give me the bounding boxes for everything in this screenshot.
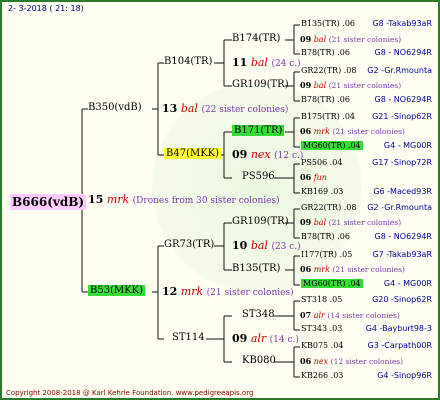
g3-node-1[interactable]: GR109(TR) <box>232 80 289 90</box>
g4-origin-2: G2 -Gr.Rmounta <box>367 66 432 75</box>
sd-node[interactable]: B47(MKK) <box>164 148 222 159</box>
g4-node-15[interactable]: KB266 .03 <box>301 372 343 380</box>
ss-node[interactable]: B104(TR) <box>164 57 212 67</box>
g4-origin-1: G8 - NO6294R <box>374 48 432 57</box>
g4-origin-5: G4 - MG00R <box>383 141 432 150</box>
g4-node-6[interactable]: PS506 .04 <box>301 159 342 167</box>
g4-origin-15: G4 -Sinop96R <box>377 371 432 380</box>
root-node[interactable]: B666(vdB) <box>10 193 87 210</box>
g4-origin-8: G2 -Gr.Rmounta <box>367 203 432 212</box>
g4-origin-7: G6 -Maced93R <box>373 187 432 196</box>
g4-node-13[interactable]: ST343 .03 <box>301 325 342 333</box>
g3-node-0[interactable]: B174(TR) <box>232 34 280 44</box>
dd-node[interactable]: ST114 <box>172 333 205 343</box>
g4-origin-11: G4 - MG00R <box>383 279 432 288</box>
g4-node-3[interactable]: B78(TR) .06 <box>301 96 350 104</box>
g3-info-7: 06 nex (12 sister colonies) <box>300 356 404 366</box>
g4-node-2[interactable]: GR22(TR) .08 <box>301 67 356 75</box>
g3-info-3: 06 fun <box>300 172 327 182</box>
g4-origin-0: G8 -Takab93aR <box>372 19 432 28</box>
g4-origin-6: G17 -Sinop72R <box>372 158 432 167</box>
g4-node-11[interactable]: MG60(TR) .04 <box>301 279 363 288</box>
sire-info: 13 bal (22 sister colonies) <box>162 102 289 115</box>
g4-origin-14: G3 -Carpath00R <box>367 341 432 350</box>
g4-node-10[interactable]: I177(TR) .05 <box>301 251 352 259</box>
g4-node-14[interactable]: KB075 .04 <box>301 342 343 350</box>
g3-node-7[interactable]: KB080 <box>242 356 276 366</box>
g3-info-4: 09 bal (21 sister colonies) <box>300 217 402 227</box>
g3-node-5[interactable]: B135(TR) <box>232 264 280 274</box>
dam-info: 12 mrk (21 sister colonies) <box>162 285 294 298</box>
g4-origin-4: G21 -Sinop62R <box>372 112 432 121</box>
g4-node-1[interactable]: B78(TR) .06 <box>301 49 350 57</box>
g3-info-2: 06 mrk (21 sister colonies) <box>300 126 405 136</box>
g4-node-5[interactable]: MG60(TR) .04 <box>301 141 363 150</box>
g4-node-7[interactable]: KB169 .03 <box>301 188 343 196</box>
g4-origin-10: G7 -Takab93aR <box>372 250 432 259</box>
pedigree-frame: 2- 3-2018 ( 21: 18) B666(vdB) 15 mrk (Dr… <box>0 0 440 400</box>
g3-info-0: 09 bal (21 sister colonies) <box>300 34 402 44</box>
ds-node[interactable]: GR73(TR) <box>164 240 214 250</box>
ds-info: 10 bal (23 c.) <box>232 239 301 252</box>
g4-node-0[interactable]: B135(TR) .06 <box>301 20 355 28</box>
g4-origin-13: G4 -Bayburt98-3 <box>365 324 432 333</box>
ss-info: 11 bal (24 c.) <box>232 56 301 69</box>
g4-node-12[interactable]: ST318 .05 <box>301 296 342 304</box>
g3-node-6[interactable]: ST348 <box>242 310 275 320</box>
g4-node-8[interactable]: GR22(TR) .08 <box>301 204 356 212</box>
dd-info: 09 alr (14 c.) <box>232 332 299 345</box>
g4-node-4[interactable]: B175(TR) .04 <box>301 113 355 121</box>
g4-node-9[interactable]: B78(TR) .06 <box>301 233 350 241</box>
g3-node-4[interactable]: GR109(TR) <box>232 217 289 227</box>
g3-info-1: 09 bal (21 sister colonies) <box>300 80 402 90</box>
g4-origin-12: G20 -Sinop62R <box>372 295 432 304</box>
g4-origin-3: G8 - NO6294R <box>374 95 432 104</box>
report-date: 2- 3-2018 ( 21: 18) <box>8 4 84 13</box>
dam-node[interactable]: B53(MKK) <box>88 285 146 296</box>
root-name: B666(vdB) <box>10 194 87 210</box>
sire-node[interactable]: B350(vdB) <box>88 103 142 113</box>
root-info: 15 mrk (Drones from 30 sister colonies) <box>88 193 280 206</box>
g3-node-3[interactable]: PS596 <box>242 172 275 182</box>
g4-origin-9: G8 - NO6294R <box>374 232 432 241</box>
sd-info: 09 nex (12 c.) <box>232 148 304 161</box>
g3-node-2[interactable]: B171(TR) <box>232 125 285 136</box>
g3-info-6: 07 alr (14 sister colonies) <box>300 310 400 320</box>
g3-info-5: 06 mrk (21 sister colonies) <box>300 264 405 274</box>
copyright-text: Copyright 2008-2018 @ Karl Kehrle Founda… <box>6 389 254 397</box>
